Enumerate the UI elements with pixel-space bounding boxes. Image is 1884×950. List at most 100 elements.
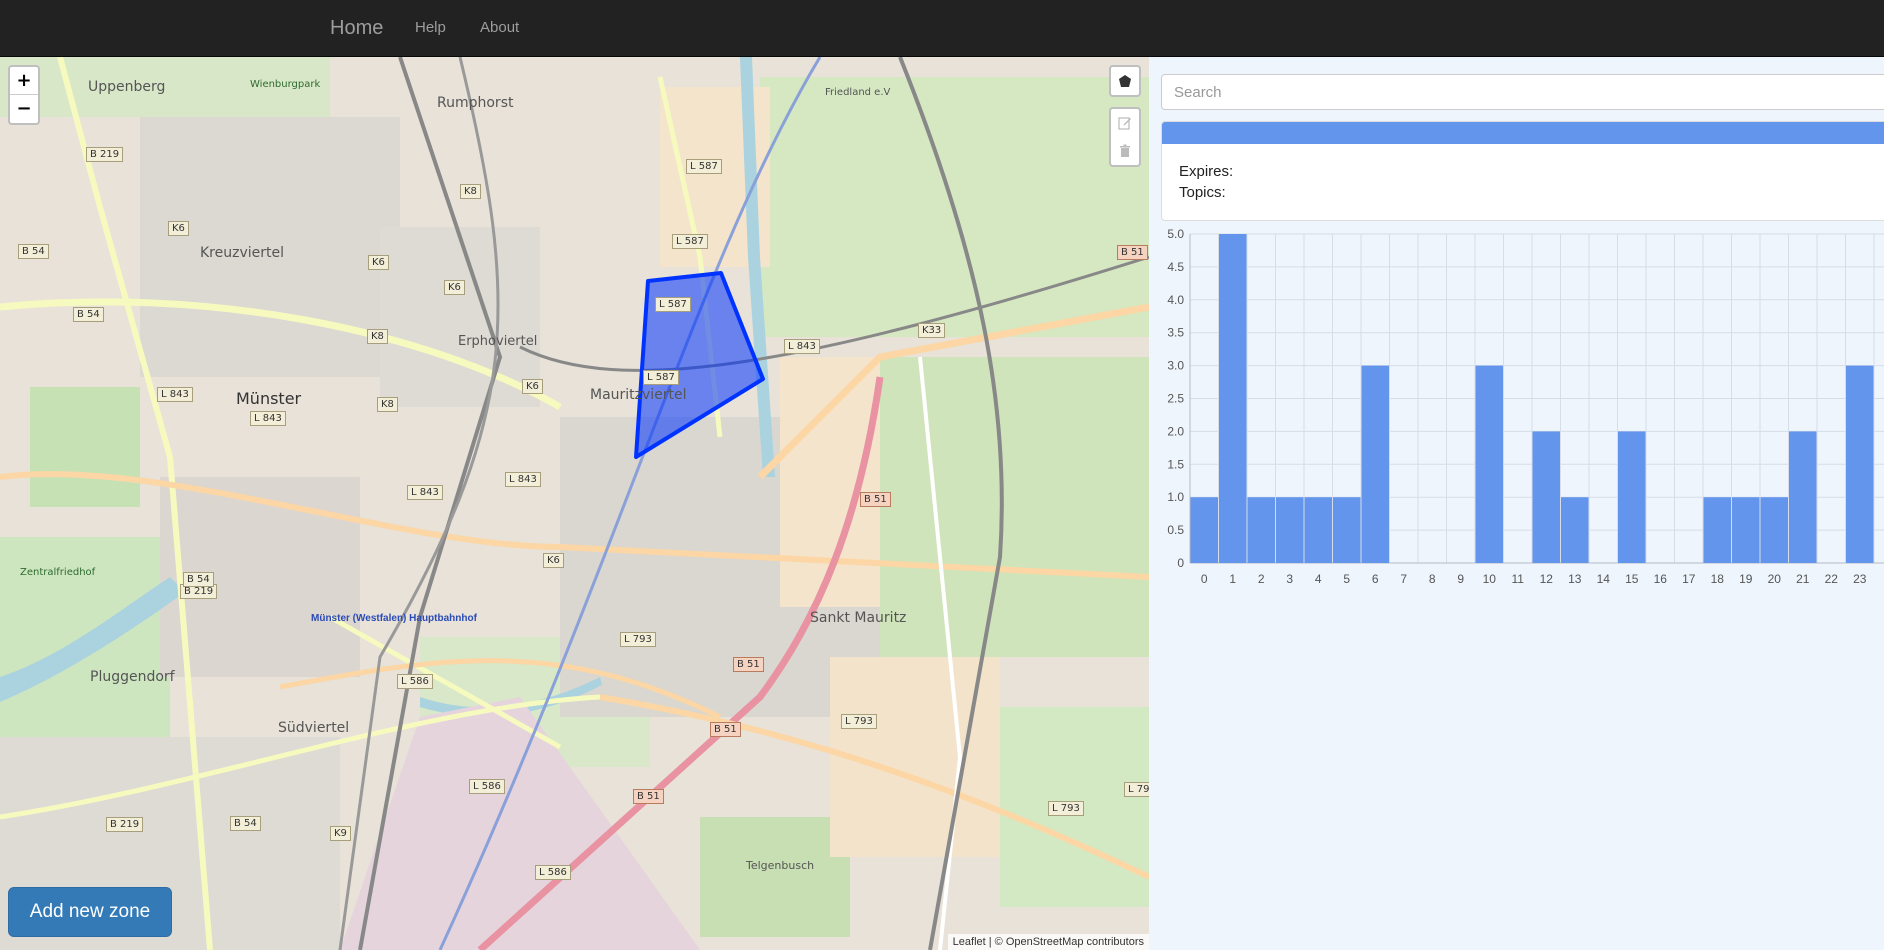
map-label-suedviertel: Südviertel [278, 720, 350, 736]
nav-about-link[interactable]: About [480, 0, 519, 56]
road-shield: L 586 [469, 779, 505, 794]
road-shield: L 793 [1048, 801, 1084, 816]
y-tick-label: 1.5 [1167, 457, 1184, 471]
y-tick-label: 4.5 [1167, 260, 1184, 274]
expires-label: Expires: [1179, 163, 1234, 180]
road-shield: B 51 [1117, 245, 1148, 260]
road-shield: B 54 [230, 816, 261, 831]
road-shield: L 586 [397, 674, 433, 689]
zone-panel: Expires: Topics: 0 0.5 1.0 1.5 2.0 2.5 3.0 3.5 4… [1149, 57, 1884, 950]
road-shield: K6 [168, 221, 189, 236]
x-tick-label: 22 [1825, 572, 1839, 586]
road-shield: B 51 [710, 722, 741, 737]
edit-layers-control [1109, 107, 1141, 167]
road-shield: L 793 [841, 714, 877, 729]
x-tick-label: 23 [1853, 572, 1867, 586]
draw-polygon-button[interactable] [1109, 65, 1141, 97]
road-shield: K6 [444, 280, 465, 295]
delete-layers-button[interactable] [1111, 137, 1139, 165]
map-label-wienburgpark: Wienburgpark [250, 79, 321, 90]
map-label-pluggendorf: Pluggendorf [90, 669, 175, 685]
road-shield: L 587 [655, 297, 691, 312]
x-tick-label: 1 [1229, 572, 1236, 586]
y-tick-label: 2.5 [1167, 392, 1184, 406]
x-tick-label: 10 [1483, 572, 1497, 586]
map-attribution: Leaflet | © OpenStreetMap contributors [947, 934, 1149, 950]
road-shield: K8 [460, 184, 481, 199]
x-tick-label: 9 [1457, 572, 1464, 586]
y-tick-label: 3.5 [1167, 326, 1184, 340]
chart-bar [1190, 497, 1218, 563]
chart-bar [1703, 497, 1731, 563]
x-tick-label: 20 [1768, 572, 1782, 586]
road-shield: L 843 [407, 485, 443, 500]
road-shield: L 843 [157, 387, 193, 402]
map-label-kreuzviertel: Kreuzviertel [200, 245, 284, 261]
add-new-zone-button[interactable]: Add new zone [8, 887, 172, 937]
zone-card-header [1162, 122, 1884, 144]
map-label-hauptbahnhof: Münster (Westfalen) Hauptbahnhof [311, 613, 477, 624]
edit-icon [1118, 117, 1131, 130]
y-tick-label: 4.0 [1167, 293, 1184, 307]
zone-card-body: Expires: Topics: [1162, 144, 1884, 220]
zoom-out-button[interactable]: − [10, 95, 38, 122]
polygon-icon [1119, 75, 1131, 87]
y-tick-label: 2.0 [1167, 424, 1184, 438]
chart-bar [1789, 431, 1817, 563]
chart-bar [1561, 497, 1589, 563]
map-label-uppenberg: Uppenberg [88, 79, 166, 95]
chart-bar [1333, 497, 1361, 563]
map-label-mauritzviertel: Mauritzviertel [590, 387, 687, 403]
map-label-zentralfriedhof: Zentralfriedhof [20, 567, 96, 578]
search-input[interactable] [1161, 74, 1884, 110]
road-shield: K33 [918, 323, 946, 338]
road-shield: L 587 [686, 159, 722, 174]
road-shield: K9 [330, 826, 351, 841]
road-shield: L 587 [672, 234, 708, 249]
map-label-telgenbusch: Telgenbusch [746, 859, 815, 872]
road-shield: L 843 [505, 472, 541, 487]
x-tick-label: 13 [1568, 572, 1582, 586]
chart-bar [1760, 497, 1788, 563]
y-tick-label: 0 [1177, 556, 1184, 570]
x-tick-label: 2 [1258, 572, 1265, 586]
road-shield: B 54 [73, 307, 104, 322]
road-shield: L 843 [784, 339, 820, 354]
chart-bar [1475, 365, 1503, 563]
chart-bar [1219, 234, 1247, 563]
map-tiles [0, 57, 1149, 950]
map-label-muenster: Münster [236, 389, 302, 408]
road-shield: B 51 [633, 789, 664, 804]
x-tick-label: 14 [1597, 572, 1611, 586]
road-shield: B 51 [860, 492, 891, 507]
x-tick-label: 6 [1372, 572, 1379, 586]
hourly-bar-chart: 00.51.01.52.02.53.03.54.04.55.00 1 2 3 4 5 6 7 8… [1167, 227, 1884, 586]
trash-icon [1120, 144, 1130, 157]
y-tick-label: 0.5 [1167, 523, 1184, 537]
map-label-sankt-mauritz: Sankt Mauritz [810, 610, 907, 626]
nav-home-link[interactable]: Home [330, 0, 383, 56]
x-tick-label: 21 [1796, 572, 1810, 586]
map-label-friedland: Friedland e.V [825, 87, 891, 98]
map-view[interactable]: Uppenberg Wienburgpark Rumphorst Friedla… [0, 57, 1149, 950]
x-tick-label: 4 [1315, 572, 1322, 586]
x-tick-label: 7 [1400, 572, 1407, 586]
road-shield: B 219 [106, 817, 144, 832]
edit-layers-button[interactable] [1111, 109, 1139, 137]
x-tick-label: 16 [1654, 572, 1668, 586]
road-shield: L 843 [250, 411, 286, 426]
x-tick-label: 3 [1286, 572, 1293, 586]
zoom-control: + − [8, 65, 40, 125]
x-tick-label: 17 [1682, 572, 1696, 586]
x-tick-label: 0 [1201, 572, 1208, 586]
road-shield: K8 [367, 329, 388, 344]
x-tick-label: 5 [1343, 572, 1350, 586]
zoom-in-button[interactable]: + [10, 67, 38, 95]
chart-bar [1846, 365, 1874, 563]
road-shield: L 587 [643, 370, 679, 385]
y-tick-label: 5.0 [1167, 227, 1184, 241]
y-tick-label: 1.0 [1167, 490, 1184, 504]
road-shield: B 54 [18, 244, 49, 259]
nav-help-link[interactable]: Help [415, 0, 446, 56]
x-tick-label: 18 [1711, 572, 1725, 586]
